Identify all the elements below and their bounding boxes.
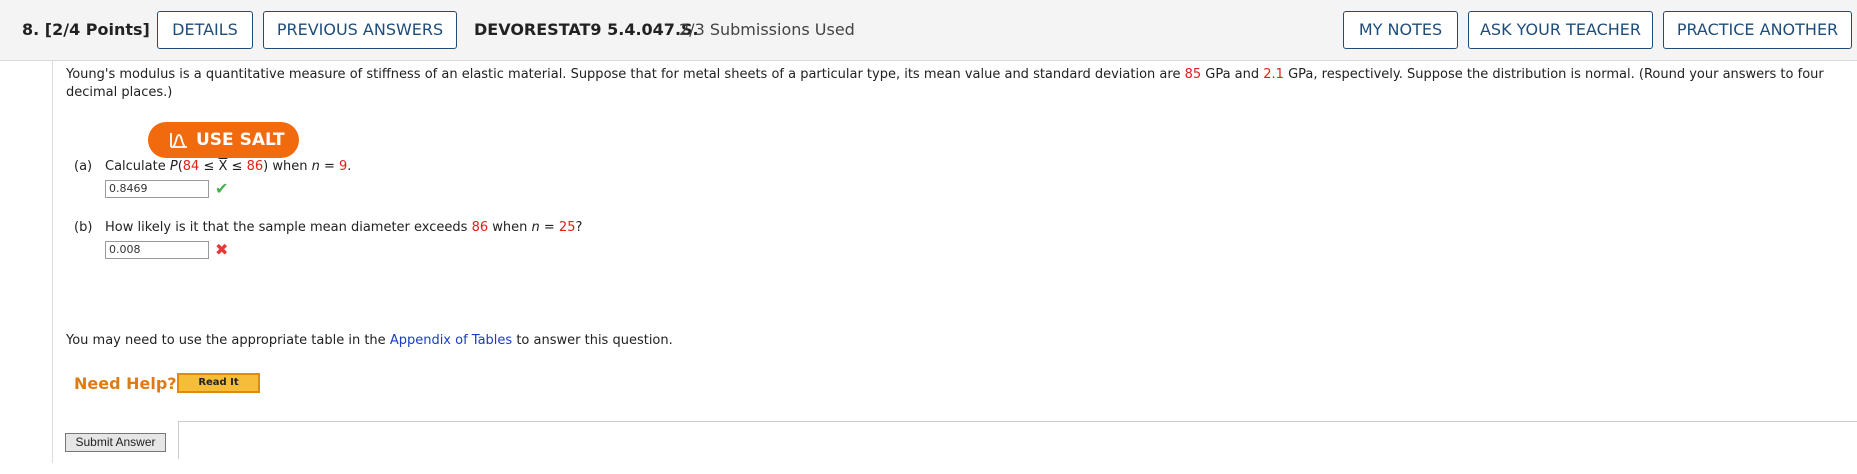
text-part: ≤ <box>227 159 247 174</box>
part-a-label: (a) <box>74 159 93 174</box>
practice-another-button[interactable]: PRACTICE ANOTHER <box>1663 11 1852 49</box>
text-part: = <box>539 220 559 235</box>
mean-value: 85 <box>1184 67 1202 82</box>
details-button[interactable]: DETAILS <box>157 11 253 49</box>
submit-answer-button[interactable]: Submit Answer <box>65 433 166 452</box>
part-a-question: Calculate P(84 ≤ X ≤ 86) when n = 9. <box>105 159 351 174</box>
intro-text-part: Young's modulus is a quantitative measur… <box>66 67 1185 82</box>
footer-divider <box>178 421 1857 422</box>
use-salt-label: USE SALT <box>196 130 285 150</box>
note-text-part: to answer this question. <box>512 333 673 348</box>
need-help-label: Need Help? <box>74 374 177 393</box>
question-body: Young's modulus is a quantitative measur… <box>0 61 1857 474</box>
text-part: How likely is it that the sample mean di… <box>105 220 472 235</box>
previous-answers-button[interactable]: PREVIOUS ANSWERS <box>263 11 457 49</box>
text-part: ) when <box>263 159 312 174</box>
text-part: = <box>319 159 339 174</box>
correct-check-icon: ✔ <box>215 179 229 198</box>
question-number: 8. [2/4 Points] <box>22 20 150 39</box>
text-part: when <box>488 220 532 235</box>
sd-value: 2.1 <box>1263 67 1284 82</box>
footer-divider-vertical <box>178 421 179 459</box>
note-text-part: You may need to use the appropriate tabl… <box>66 333 390 348</box>
upper-bound: 86 <box>246 159 264 174</box>
n-value: 25 <box>558 220 576 235</box>
read-it-button[interactable]: Read It <box>177 373 260 393</box>
appendix-of-tables-link[interactable]: Appendix of Tables <box>390 333 512 348</box>
lower-bound: 84 <box>182 159 200 174</box>
threshold-value: 86 <box>471 220 489 235</box>
problem-code: DEVORESTAT9 5.4.047.S. <box>474 20 699 39</box>
n-symbol: n <box>531 220 540 235</box>
prob-symbol: P <box>169 159 178 174</box>
chart-icon <box>170 133 187 148</box>
text-part: . <box>347 159 352 174</box>
text-part: Calculate <box>105 159 170 174</box>
ask-your-teacher-button[interactable]: ASK YOUR TEACHER <box>1468 11 1653 49</box>
incorrect-x-icon: ✖ <box>215 240 229 259</box>
question-text: Young's modulus is a quantitative measur… <box>66 66 1846 102</box>
part-a-answer-input[interactable]: 0.8469 <box>105 180 209 198</box>
submissions-used: 2/3 Submissions Used <box>679 20 855 39</box>
text-part: ? <box>575 220 583 235</box>
question-header: 8. [2/4 Points] DETAILS PREVIOUS ANSWERS… <box>0 0 1857 61</box>
my-notes-button[interactable]: MY NOTES <box>1343 11 1458 49</box>
text-part: ≤ <box>199 159 219 174</box>
part-b-answer-input[interactable]: 0.008 <box>105 241 209 259</box>
left-border <box>52 61 53 463</box>
intro-text-part: GPa and <box>1201 67 1264 82</box>
appendix-note: You may need to use the appropriate tabl… <box>66 333 673 348</box>
use-salt-button[interactable]: USE SALT <box>148 122 299 158</box>
part-b-label: (b) <box>74 220 93 235</box>
n-symbol: n <box>311 159 320 174</box>
part-b-question: How likely is it that the sample mean di… <box>105 220 582 235</box>
